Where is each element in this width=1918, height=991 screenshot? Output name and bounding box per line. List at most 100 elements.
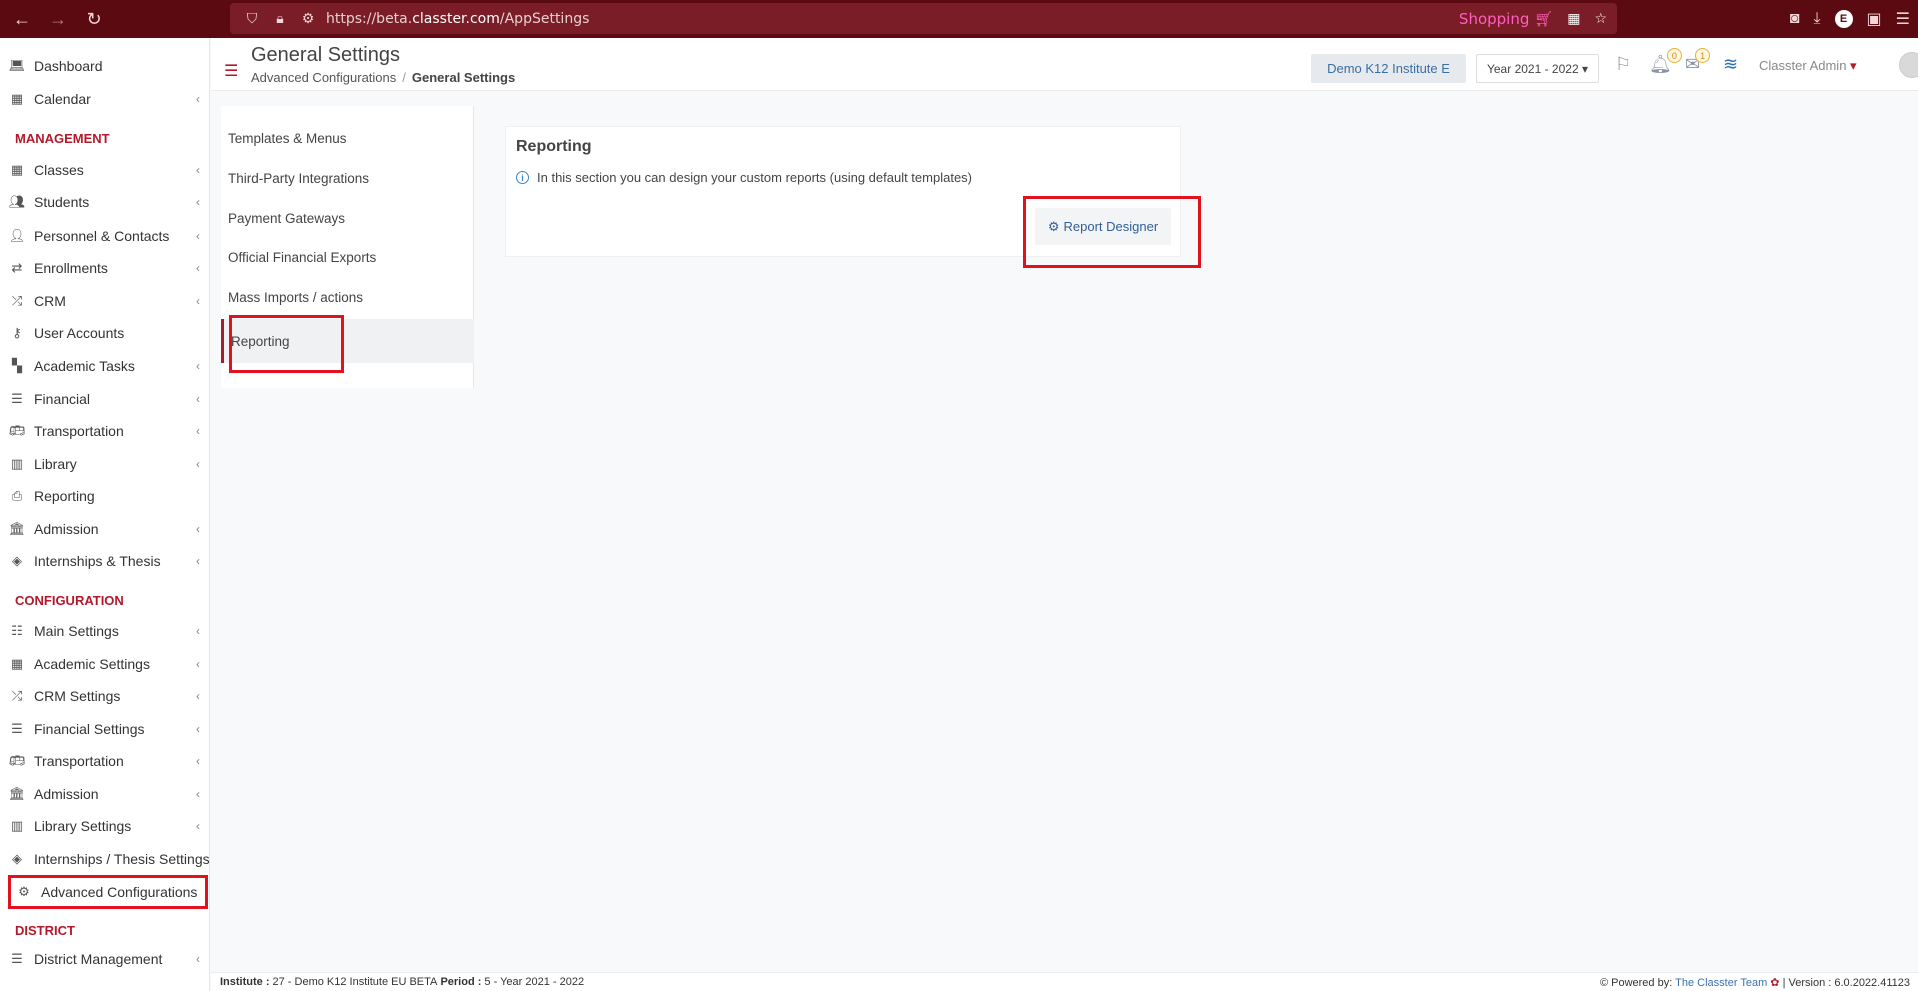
bookmark-star-icon[interactable]: ☆	[1594, 11, 1607, 27]
sidebar-item-personnel[interactable]: 👤︎ Personnel & Contacts ‹	[0, 223, 210, 249]
section-district: DISTRICT	[15, 923, 75, 938]
qr-icon[interactable]: ▦	[1567, 11, 1580, 27]
highlight-box-report-designer	[1023, 196, 1201, 268]
sidebar-item-reporting[interactable]: ⎙ Reporting	[0, 483, 210, 509]
avatar[interactable]	[1899, 52, 1918, 78]
students-icon: 👥︎	[8, 194, 26, 209]
settings-nav-mass-imports[interactable]: Mass Imports / actions	[221, 277, 474, 317]
caret-down-icon: ▾	[1581, 61, 1588, 76]
permissions-icon: ⚙︎	[301, 10, 315, 27]
sidebar-item-academic-settings[interactable]: ▦ Academic Settings ‹	[0, 651, 210, 677]
page-header: ☰ General Settings Advanced Configuratio…	[211, 38, 1918, 91]
chevron-left-icon: ‹	[196, 294, 200, 308]
sidebar-item-district-management[interactable]: ☰ District Management ‹	[0, 946, 210, 972]
download-icon[interactable]: ⤓	[1813, 10, 1820, 28]
coins-icon: ☰	[11, 391, 23, 406]
browser-toolbar: ← → ↻ ⛉ 🔒︎ ⚙︎ https://beta. classter.com /…	[0, 0, 1918, 38]
chevron-left-icon: ‹	[196, 522, 200, 536]
layers-add-icon[interactable]: ≋	[1723, 54, 1738, 75]
sidebar-item-enrollments[interactable]: ⇄ Enrollments ‹	[0, 255, 210, 281]
sidebar-item-admission[interactable]: 🏛︎ Admission ‹	[0, 516, 210, 542]
footer: Institute :27 - Demo K12 Institute EU BE…	[211, 972, 1918, 991]
year-select[interactable]: Year 2021 - 2022 ▾	[1476, 54, 1599, 83]
printer-icon: ⎙	[11, 488, 23, 503]
highlight-box-reporting	[229, 315, 344, 373]
bus-icon: 🚌︎	[8, 753, 26, 768]
section-management: MANAGEMENT	[15, 131, 110, 146]
shuffle-icon: ⤮	[11, 688, 23, 703]
section-configuration: CONFIGURATION	[15, 593, 124, 608]
sidebar-item-crm[interactable]: ⤮ CRM ‹	[0, 288, 210, 314]
key-icon: ⚷	[12, 325, 22, 340]
chevron-left-icon: ‹	[196, 689, 200, 703]
breadcrumb-current: General Settings	[411, 70, 516, 85]
institute-button[interactable]: Demo K12 Institute E	[1311, 54, 1466, 83]
sidebar-item-user-accounts[interactable]: ⚷ User Accounts	[0, 320, 210, 346]
gears-icon: ⚙	[18, 884, 30, 899]
sidebar-item-library[interactable]: ▥ Library ‹	[0, 451, 210, 477]
bus-icon: 🚌︎	[8, 423, 26, 438]
sidebar-item-academic-tasks[interactable]: ▚ Academic Tasks ‹	[0, 353, 210, 379]
sidebar-item-transportation[interactable]: 🚌︎ Transportation ‹	[0, 418, 210, 444]
coins-icon: ☰	[11, 721, 23, 736]
chevron-left-icon: ‹	[196, 92, 200, 106]
chevron-left-icon: ‹	[196, 819, 200, 833]
menu-icon[interactable]: ☰	[1896, 9, 1910, 29]
calendar-icon: ▦	[10, 91, 24, 106]
sidebar-item-admission-settings[interactable]: 🏛︎ Admission ‹	[0, 781, 210, 807]
books-icon: ▥	[10, 456, 24, 471]
url-prefix: https://beta.	[326, 10, 413, 27]
classes-icon: ▦	[10, 656, 24, 671]
copyright-icon: ©	[1599, 977, 1609, 989]
sidebar-item-internships-settings[interactable]: ◈ Internships / Thesis Settings	[0, 846, 210, 872]
back-arrow-icon[interactable]: ←	[8, 5, 36, 33]
sidebar-item-financial-settings[interactable]: ☰ Financial Settings ‹	[0, 716, 210, 742]
address-bar[interactable]: ⛉ 🔒︎ ⚙︎ https://beta. classter.com/AppSet…	[230, 3, 1617, 34]
breadcrumb-separator: /	[402, 70, 406, 85]
shopping-link[interactable]: Shopping 🛒︎	[1459, 10, 1553, 28]
classter-team-link[interactable]: The Classter Team	[1675, 977, 1767, 989]
books-icon: ▥	[10, 818, 24, 833]
sidebar-item-internships[interactable]: ◈ Internships & Thesis ‹	[0, 548, 210, 574]
sidebar-item-crm-settings[interactable]: ⤮ CRM Settings ‹	[0, 683, 210, 709]
card-title: Reporting	[516, 138, 592, 155]
breadcrumb: Advanced Configurations / General Settings	[251, 70, 515, 85]
sidebar-item-transportation-settings[interactable]: 🚌︎ Transportation ‹	[0, 748, 210, 774]
url-host: classter.com	[412, 10, 500, 27]
flag-icon[interactable]: ⚐	[1615, 54, 1631, 75]
breadcrumb-parent[interactable]: Advanced Configurations	[251, 70, 396, 85]
settings-nav-third-party-integrations[interactable]: Third-Party Integrations	[221, 158, 474, 198]
sidebar-item-calendar[interactable]: ▦ Calendar ‹	[0, 86, 210, 112]
sidebar-item-classes[interactable]: ▦ Classes ‹	[0, 157, 210, 183]
sidebar-item-dashboard[interactable]: 💻︎ Dashboard	[0, 53, 210, 79]
extensions-icon[interactable]: ▣	[1867, 9, 1882, 29]
forward-arrow-icon[interactable]: →	[44, 5, 72, 33]
person-icon: 👤︎	[8, 228, 26, 243]
hamburger-menu-icon[interactable]: ☰	[224, 61, 238, 81]
sidebar-item-library-settings[interactable]: ▥ Library Settings ‹	[0, 813, 210, 839]
card-info: i In this section you can design your cu…	[516, 170, 972, 185]
settings-nav-official-financial-exports[interactable]: Official Financial Exports	[221, 237, 474, 277]
chevron-left-icon: ‹	[196, 229, 200, 243]
shuffle-icon: ⤮	[11, 293, 23, 308]
sliders-icon: ☷	[11, 623, 23, 638]
settings-nav-templates-menus[interactable]: Templates & Menus	[221, 118, 474, 158]
sidebar-item-advanced-configurations[interactable]: ⚙ Advanced Configurations	[8, 875, 208, 909]
bell-icon[interactable]: 🔔︎ 0	[1649, 48, 1682, 75]
page-title: General Settings	[251, 44, 400, 66]
chevron-left-icon: ‹	[196, 392, 200, 406]
user-menu[interactable]: Classter Admin ▾	[1759, 58, 1857, 74]
settings-nav-payment-gateways[interactable]: Payment Gateways	[221, 198, 474, 238]
sidebar-item-financial[interactable]: ☰ Financial ‹	[0, 386, 210, 412]
chevron-left-icon: ‹	[196, 195, 200, 209]
exchange-icon: ⇄	[11, 260, 23, 275]
profile-avatar[interactable]: E	[1834, 10, 1853, 28]
classes-icon: ▦	[10, 162, 24, 177]
pocket-icon[interactable]: ◙	[1790, 10, 1800, 28]
envelope-icon[interactable]: ✉ 1	[1685, 48, 1711, 75]
sidebar-item-students[interactable]: 👥︎ Students ‹	[0, 189, 210, 215]
chevron-left-icon: ‹	[196, 261, 200, 275]
chevron-left-icon: ‹	[196, 554, 200, 568]
reload-icon[interactable]: ↻	[80, 5, 108, 33]
sidebar-item-main-settings[interactable]: ☷ Main Settings ‹	[0, 618, 210, 644]
